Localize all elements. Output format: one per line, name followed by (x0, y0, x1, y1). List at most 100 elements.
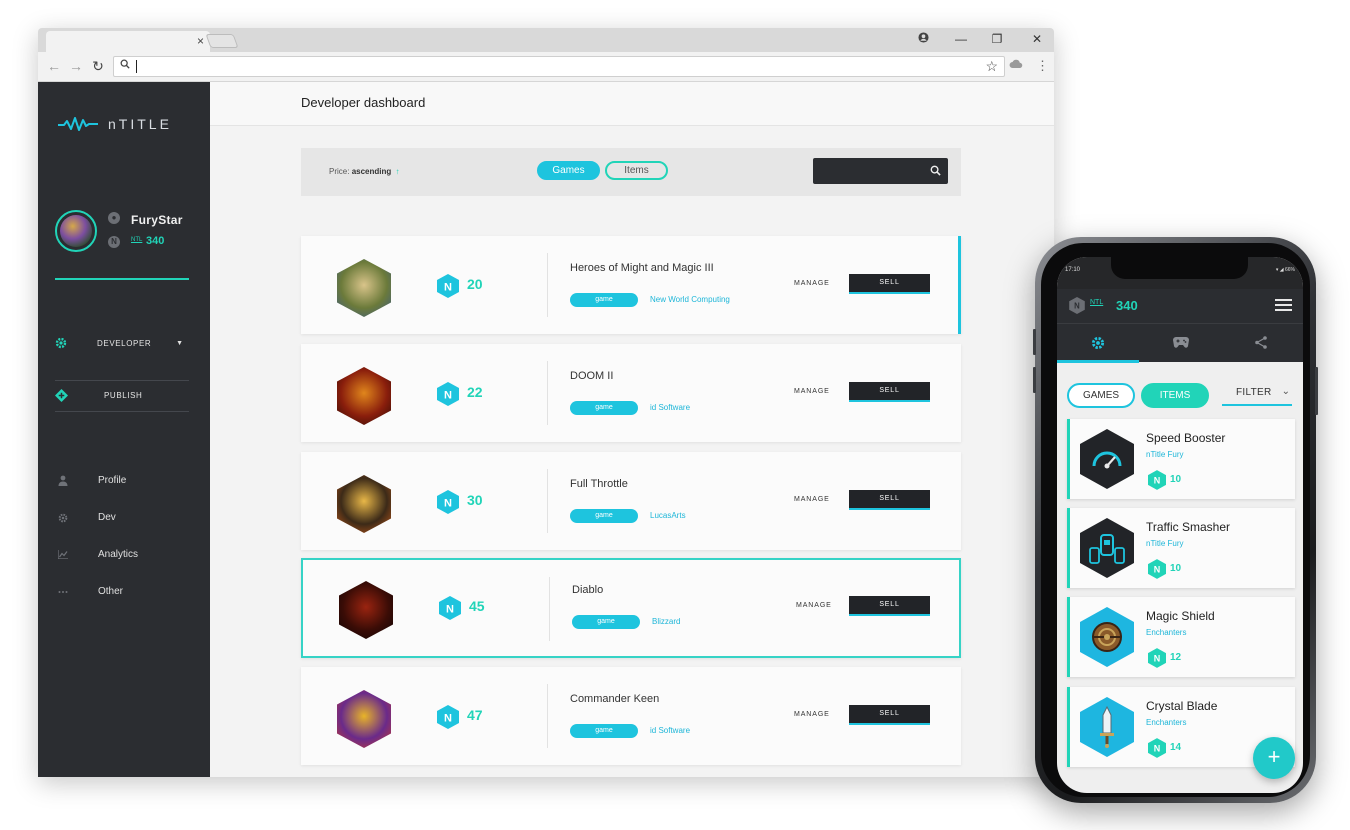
sidebar-item-developer[interactable]: DEVELOPER ▼ (55, 337, 189, 349)
ntl-coin-icon: N (437, 490, 459, 514)
restore-icon[interactable]: ❐ (988, 31, 1006, 47)
sort-control[interactable]: Price: ascending ↑ (329, 167, 400, 176)
item-card[interactable]: Magic Shield Enchanters N 12 (1067, 597, 1295, 677)
forward-icon[interactable]: → (68, 58, 84, 74)
menu-dots-icon[interactable]: ⋮ (1036, 58, 1049, 74)
sidebar: nTITLE ● FuryStar N NTL 340 DEVELOPER ▼ … (38, 82, 210, 777)
developer-link[interactable]: New World Computing (650, 295, 730, 304)
manage-button[interactable]: MANAGE (796, 602, 832, 609)
ntl-label: NTL (1090, 299, 1104, 306)
game-title: DOOM II (570, 370, 614, 382)
reload-icon[interactable]: ↻ (90, 58, 106, 74)
speedometer-icon (1080, 429, 1134, 489)
divider (547, 469, 548, 533)
developer-link[interactable]: LucasArts (650, 511, 686, 520)
gear-icon (55, 337, 67, 349)
game-card[interactable]: N 30 Full Throttle game LucasArts MANAGE… (301, 452, 961, 550)
volume-button (1033, 329, 1036, 355)
game-card[interactable]: N 20 Heroes of Might and Magic III game … (301, 236, 961, 334)
item-card[interactable]: Traffic Smasher nTitle Fury N 10 (1067, 508, 1295, 588)
genre-tag[interactable]: game (570, 401, 638, 415)
user-underline (55, 278, 189, 280)
tab-share[interactable] (1221, 324, 1303, 363)
sort-value: ascending (351, 167, 392, 176)
sidebar-item-label: Dev (98, 512, 116, 523)
avatar[interactable] (55, 210, 97, 252)
sell-button[interactable]: SELL (849, 274, 930, 294)
sell-button[interactable]: SELL (849, 596, 930, 616)
item-publisher: nTitle Fury (1146, 539, 1184, 548)
ntl-coin-icon: N (1148, 738, 1166, 758)
tab-games[interactable] (1139, 324, 1221, 363)
manage-button[interactable]: MANAGE (794, 496, 830, 503)
back-icon[interactable]: ← (46, 58, 62, 74)
svg-text:N: N (1154, 744, 1161, 754)
manage-button[interactable]: MANAGE (794, 388, 830, 395)
account-icon[interactable] (914, 31, 932, 47)
item-publisher: nTitle Fury (1146, 450, 1184, 459)
game-card[interactable]: N 22 DOOM II game id Software MANAGE SEL… (301, 344, 961, 442)
divider (549, 577, 550, 641)
ntl-coin-icon: N (437, 382, 459, 406)
ntl-coin-icon: N (1148, 470, 1166, 490)
item-card[interactable]: Speed Booster nTitle Fury N 10 (1067, 419, 1295, 499)
share-icon (1255, 336, 1267, 349)
sell-button[interactable]: SELL (849, 490, 930, 510)
svg-text:N: N (1154, 565, 1161, 575)
svg-text:N: N (444, 390, 452, 402)
item-price: 10 (1170, 563, 1182, 574)
sell-button[interactable]: SELL (849, 382, 930, 402)
ntl-balance: 340 (1116, 298, 1138, 313)
cloud-icon[interactable] (1009, 58, 1023, 74)
sidebar-item-profile[interactable]: Profile (58, 475, 126, 486)
sidebar-item-label: Analytics (98, 549, 139, 560)
sidebar-item-other[interactable]: Other (58, 586, 123, 597)
sidebar-item-label: Profile (98, 475, 127, 486)
search-input[interactable] (813, 158, 948, 184)
genre-tag[interactable]: game (570, 509, 638, 523)
tab-close-icon[interactable]: × (197, 34, 204, 48)
item-price: 10 (1170, 474, 1182, 485)
sidebar-item-dev[interactable]: Dev (58, 512, 116, 523)
tab-items[interactable]: Items (605, 161, 668, 180)
hamburger-menu-icon[interactable] (1275, 299, 1292, 312)
genre-tag[interactable]: game (572, 615, 640, 629)
user-name: FuryStar (131, 213, 183, 227)
cars-icon (1080, 518, 1134, 578)
sidebar-item-analytics[interactable]: Analytics (58, 549, 138, 560)
sort-prefix: Price: (329, 167, 350, 176)
phone-mockup: 17:10 ▾ ◢ 66% N NTL 340 GAMES ITEMS FILT… (1033, 237, 1318, 803)
item-name: Speed Booster (1146, 431, 1226, 445)
volume-button (1033, 367, 1036, 393)
manage-button[interactable]: MANAGE (794, 280, 830, 287)
sidebar-item-publish[interactable]: PUBLISH (55, 389, 189, 402)
tab-settings[interactable] (1057, 324, 1139, 363)
address-bar[interactable]: ☆ (113, 56, 1005, 77)
phone-screen: 17:10 ▾ ◢ 66% N NTL 340 GAMES ITEMS FILT… (1057, 257, 1303, 793)
ntl-coin-icon: N (437, 274, 459, 298)
bookmark-star-icon[interactable]: ☆ (985, 58, 998, 74)
game-card[interactable]: N 45 Diablo game Blizzard MANAGE SELL (301, 558, 961, 658)
gamepad-icon (1173, 337, 1189, 348)
items-filter-button[interactable]: ITEMS (1141, 383, 1209, 408)
close-window-icon[interactable]: ✕ (1028, 31, 1046, 47)
tab-games[interactable]: Games (537, 161, 600, 180)
sell-button[interactable]: SELL (849, 705, 930, 725)
browser-tab[interactable]: × (46, 31, 210, 53)
game-card[interactable]: N 47 Commander Keen game id Software MAN… (301, 667, 961, 765)
new-tab-button[interactable] (205, 34, 239, 48)
dots-icon (58, 590, 68, 593)
svg-text:N: N (444, 498, 452, 510)
genre-tag[interactable]: game (570, 293, 638, 307)
search-icon (120, 59, 130, 69)
genre-tag[interactable]: game (570, 724, 638, 738)
game-logo (337, 690, 391, 748)
manage-button[interactable]: MANAGE (794, 711, 830, 718)
minimize-icon[interactable]: — (952, 31, 970, 47)
add-item-button[interactable]: + (1253, 737, 1295, 779)
developer-link[interactable]: id Software (650, 726, 690, 735)
games-filter-button[interactable]: GAMES (1067, 383, 1135, 408)
developer-link[interactable]: id Software (650, 403, 690, 412)
developer-link[interactable]: Blizzard (652, 617, 680, 626)
filter-dropdown[interactable]: FILTER ⌄ (1222, 386, 1292, 406)
